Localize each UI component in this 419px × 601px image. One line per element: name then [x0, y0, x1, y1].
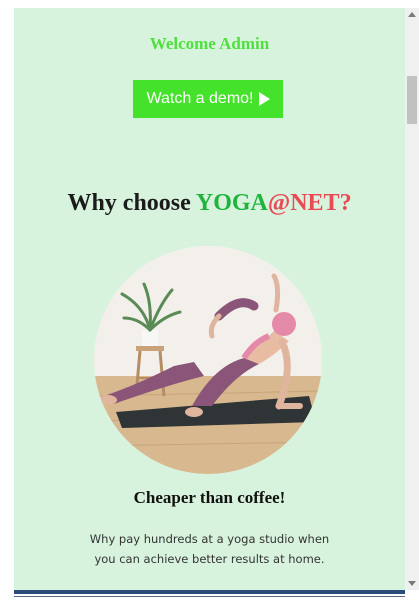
headline-prefix: Why choose — [67, 190, 196, 216]
feature-description: Why pay hundreds at a yoga studio when y… — [89, 532, 330, 566]
brand-yoga: YOGA — [195, 190, 268, 216]
yoga-photo — [94, 246, 322, 474]
page-headline: Why choose YOGA@NET? — [14, 190, 405, 217]
watch-demo-label: Watch a demo! — [146, 90, 254, 107]
scroll-down-arrow-icon[interactable] — [408, 581, 416, 586]
window-top-edge — [0, 0, 419, 8]
play-icon — [258, 92, 270, 106]
scroll-up-arrow-icon[interactable] — [408, 12, 416, 17]
window-bottom-line — [14, 596, 405, 597]
welcome-text: Welcome Admin — [149, 34, 270, 53]
feature-title: Cheaper than coffee! — [133, 488, 286, 507]
brand-net: @NET? — [267, 190, 352, 216]
watch-demo-button[interactable]: Watch a demo! — [133, 80, 283, 118]
page-viewport: Welcome Admin Watch a demo! Why choose Y… — [14, 8, 405, 590]
scroll-thumb[interactable] — [407, 76, 417, 124]
vertical-scrollbar[interactable] — [405, 8, 419, 590]
